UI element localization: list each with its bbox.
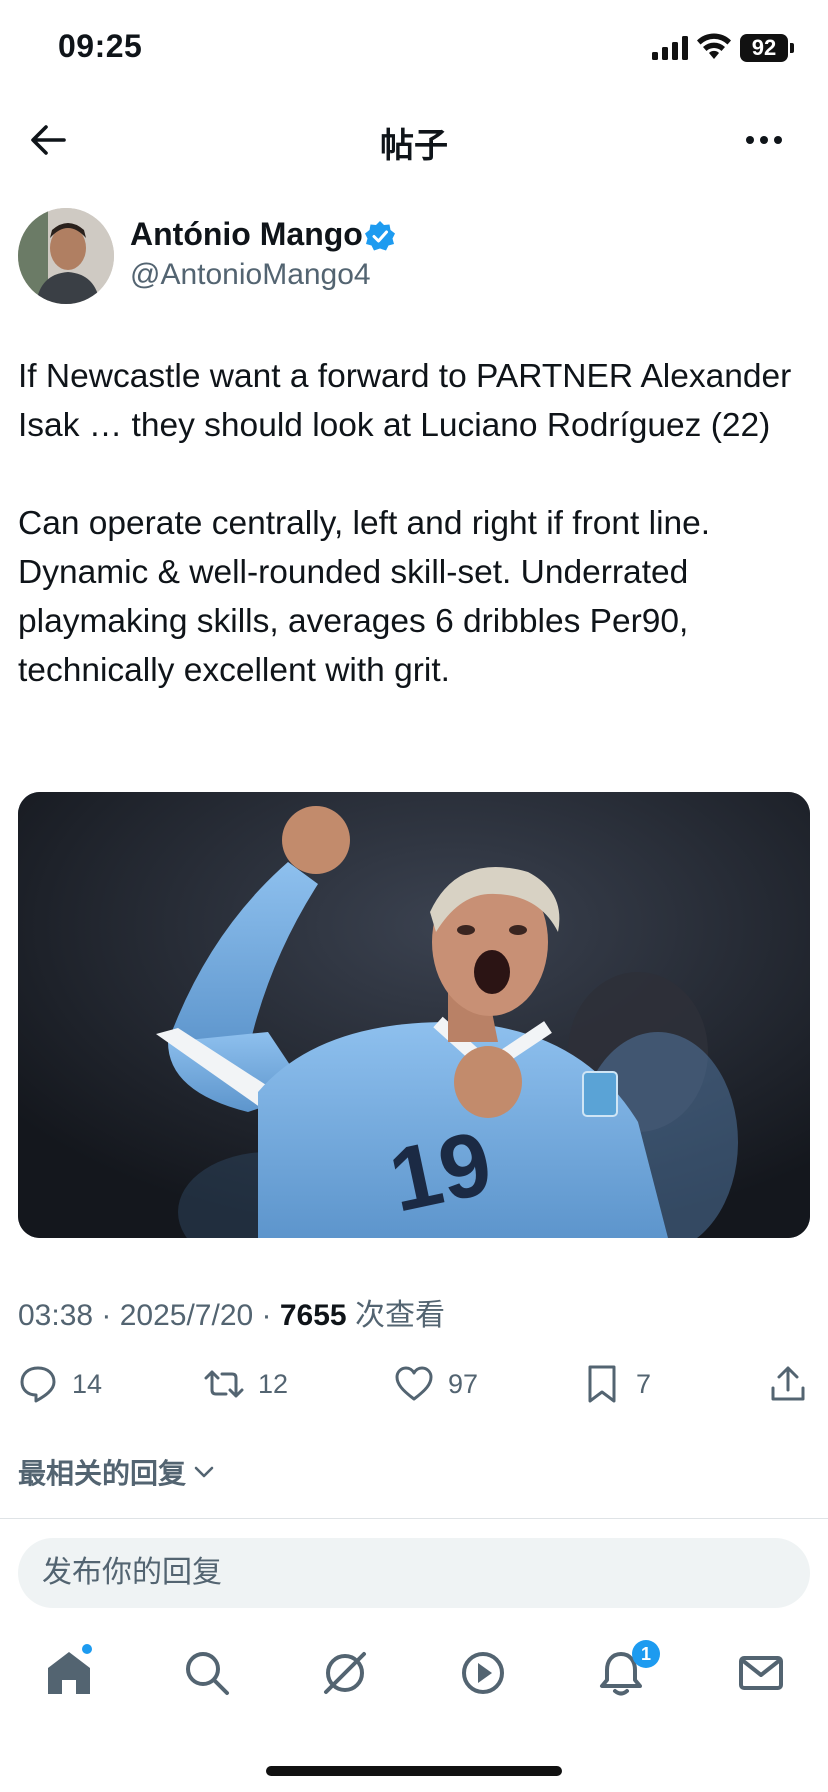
like-count: 97 <box>448 1368 479 1399</box>
cellular-signal-icon <box>652 36 688 60</box>
author-name[interactable]: António Mango <box>130 216 363 253</box>
wifi-icon <box>697 33 731 59</box>
tweet-timestamp: 03:38 · 2025/7/20 · <box>18 1299 280 1332</box>
reply-action[interactable]: 14 <box>18 1362 102 1406</box>
back-arrow-icon[interactable] <box>26 118 70 162</box>
avatar-portrait <box>18 208 114 304</box>
reply-input[interactable]: 发布你的回复 <box>18 1538 810 1608</box>
repost-icon <box>204 1370 244 1398</box>
share-action[interactable] <box>768 1362 808 1406</box>
author-handle[interactable]: @AntonioMango4 <box>130 258 371 292</box>
notification-badge: 1 <box>632 1640 660 1668</box>
messages-icon[interactable] <box>736 1648 786 1698</box>
repost-count: 12 <box>258 1368 289 1399</box>
bookmark-action[interactable]: 7 <box>582 1362 651 1406</box>
author-avatar[interactable] <box>18 208 114 304</box>
home-new-indicator <box>82 1644 92 1654</box>
more-options-icon[interactable] <box>742 122 786 158</box>
video-icon[interactable] <box>458 1648 508 1698</box>
replies-sort-dropdown[interactable]: 最相关的回复 <box>18 1452 216 1492</box>
home-indicator <box>266 1766 562 1776</box>
like-action[interactable]: 97 <box>394 1362 478 1406</box>
tweet-paragraph: Can operate centrally, left and right if… <box>18 505 711 689</box>
repost-action[interactable]: 12 <box>204 1362 288 1406</box>
reply-count: 14 <box>72 1368 103 1399</box>
grok-icon[interactable] <box>320 1648 370 1698</box>
battery-cap <box>790 43 794 53</box>
share-icon <box>771 1366 805 1401</box>
chevron-down-icon <box>194 1466 214 1478</box>
battery-indicator: 92 <box>740 34 788 62</box>
svg-text:19: 19 <box>381 1113 500 1232</box>
bookmark-icon <box>588 1365 616 1403</box>
view-count-label: 次查看 <box>346 1299 445 1332</box>
divider <box>0 1518 828 1519</box>
home-icon[interactable] <box>44 1648 94 1698</box>
bookmark-count: 7 <box>636 1368 652 1399</box>
verified-badge-icon <box>365 221 395 251</box>
reply-icon <box>20 1366 56 1403</box>
tweet-meta: 03:38 · 2025/7/20 · 7655 次查看 <box>18 1290 445 1334</box>
replies-sort-label: 最相关的回复 <box>18 1457 187 1490</box>
football-player-photo: 19 <box>18 792 810 1238</box>
tweet-paragraph: If Newcastle want a forward to PARTNER A… <box>18 358 792 444</box>
search-icon[interactable] <box>182 1648 232 1698</box>
tweet-text: If Newcastle want a forward to PARTNER A… <box>18 352 808 744</box>
heart-icon <box>395 1366 433 1401</box>
tweet-image[interactable]: 19 <box>18 792 810 1238</box>
page-title: 帖子 <box>380 126 448 166</box>
status-time: 09:25 <box>58 28 143 64</box>
view-count: 7655 <box>279 1299 347 1332</box>
